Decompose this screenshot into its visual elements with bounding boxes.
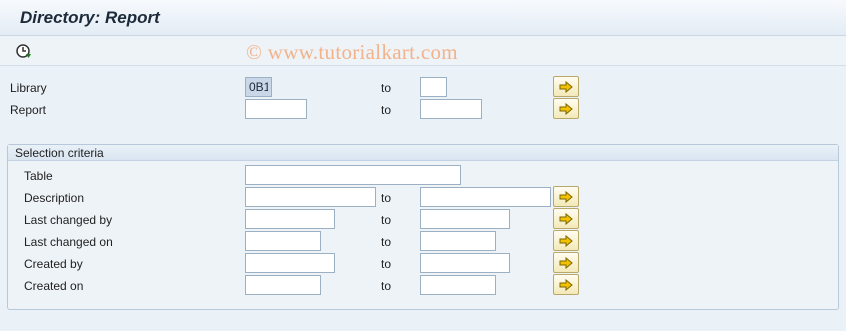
last-changed-on-to-label: to bbox=[381, 235, 392, 249]
library-from-input[interactable] bbox=[245, 77, 272, 97]
arrow-right-icon bbox=[559, 102, 573, 115]
execute-button[interactable] bbox=[14, 42, 34, 60]
table-label: Table bbox=[24, 169, 53, 183]
created-by-label: Created by bbox=[24, 257, 83, 271]
last-changed-by-from-input[interactable] bbox=[245, 209, 335, 229]
report-from-input[interactable] bbox=[245, 99, 307, 119]
arrow-right-icon bbox=[559, 256, 573, 269]
arrow-right-icon bbox=[559, 278, 573, 291]
created-on-from-input[interactable] bbox=[245, 275, 321, 295]
library-multiple-selection-button[interactable] bbox=[553, 76, 579, 97]
arrow-right-icon bbox=[559, 234, 573, 247]
created-by-to-input[interactable] bbox=[420, 253, 510, 273]
page-title: Directory: Report bbox=[20, 8, 160, 27]
description-multiple-selection-button[interactable] bbox=[553, 186, 579, 207]
description-to-input[interactable] bbox=[420, 187, 551, 207]
last-changed-by-to-input[interactable] bbox=[420, 209, 510, 229]
library-to-label: to bbox=[381, 81, 392, 95]
last-changed-by-label: Last changed by bbox=[24, 213, 113, 227]
description-from-input[interactable] bbox=[245, 187, 376, 207]
created-by-from-input[interactable] bbox=[245, 253, 335, 273]
report-label: Report bbox=[10, 103, 47, 117]
library-to-input[interactable] bbox=[420, 77, 447, 97]
created-on-label: Created on bbox=[24, 279, 84, 293]
last-changed-by-to-label: to bbox=[381, 213, 392, 227]
arrow-right-icon bbox=[559, 212, 573, 225]
created-by-multiple-selection-button[interactable] bbox=[553, 252, 579, 273]
created-by-to-label: to bbox=[381, 257, 392, 271]
title-bar: Directory: Report bbox=[0, 0, 846, 36]
created-on-multiple-selection-button[interactable] bbox=[553, 274, 579, 295]
description-to-label: to bbox=[381, 191, 392, 205]
last-changed-on-from-input[interactable] bbox=[245, 231, 321, 251]
created-on-to-label: to bbox=[381, 279, 392, 293]
last-changed-on-multiple-selection-button[interactable] bbox=[553, 230, 579, 251]
last-changed-on-to-input[interactable] bbox=[420, 231, 496, 251]
last-changed-on-label: Last changed on bbox=[24, 235, 113, 249]
arrow-right-icon bbox=[559, 190, 573, 203]
report-to-label: to bbox=[381, 103, 392, 117]
table-input[interactable] bbox=[245, 165, 461, 185]
group-title: Selection criteria bbox=[15, 146, 104, 160]
description-label: Description bbox=[24, 191, 85, 205]
library-label: Library bbox=[10, 81, 47, 95]
report-multiple-selection-button[interactable] bbox=[553, 98, 579, 119]
group-header: Selection criteria bbox=[8, 145, 838, 161]
created-on-to-input[interactable] bbox=[420, 275, 496, 295]
arrow-right-icon bbox=[559, 80, 573, 93]
report-to-input[interactable] bbox=[420, 99, 482, 119]
last-changed-by-multiple-selection-button[interactable] bbox=[553, 208, 579, 229]
clock-execute-icon bbox=[16, 44, 31, 58]
watermark-text: © www.tutorialkart.com bbox=[246, 40, 458, 64]
